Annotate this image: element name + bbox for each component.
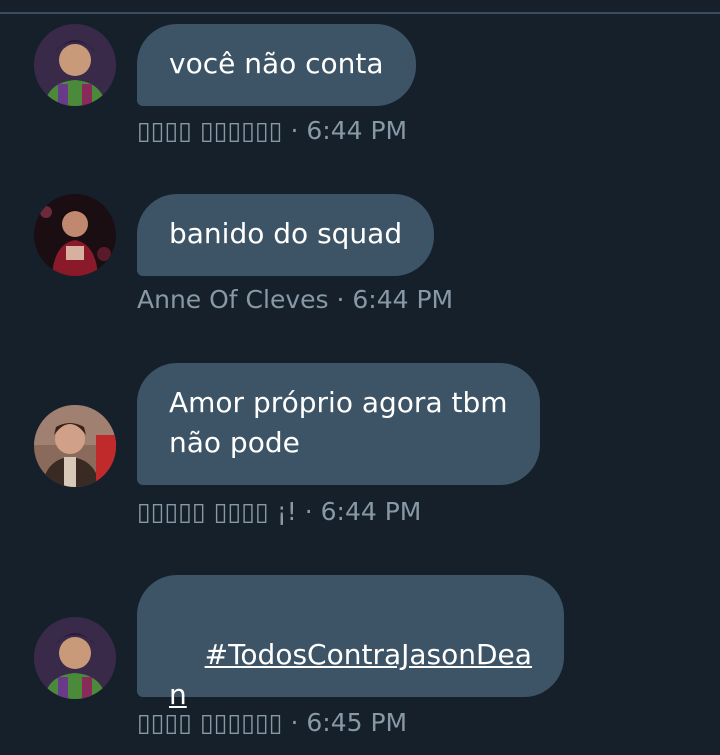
- user-avatar-icon: [34, 194, 116, 276]
- meta-separator: ·: [282, 116, 307, 145]
- sender-name[interactable]: ▯▯▯▯▯ ▯▯▯▯ ¡!: [137, 497, 297, 526]
- message-bubble[interactable]: você não conta: [137, 24, 416, 106]
- sender-name[interactable]: Anne Of Cleves: [137, 285, 329, 314]
- sender-name[interactable]: ▯▯▯▯ ▯▯▯▯▯▯: [137, 708, 283, 737]
- message-time: 6:45 PM: [306, 708, 408, 737]
- sender-name[interactable]: ▯▯▯▯ ▯▯▯▯▯▯: [137, 116, 283, 145]
- meta-separator: ·: [296, 497, 321, 526]
- message-bubble[interactable]: banido do squad: [137, 194, 435, 276]
- message-bubble[interactable]: #TodosContraJasonDea n: [137, 575, 564, 711]
- user-avatar-icon: [34, 617, 116, 699]
- message-time: 6:44 PM: [352, 285, 454, 314]
- avatar[interactable]: [34, 194, 116, 276]
- message-time: 6:44 PM: [320, 497, 422, 526]
- message-bubble[interactable]: Amor próprio agora tbm não pode: [137, 363, 540, 485]
- message-meta: ▯▯▯▯▯ ▯▯▯▯ ¡! · 6:44 PM: [137, 497, 421, 526]
- hashtag-link[interactable]: #TodosContraJasonDea n: [169, 638, 532, 711]
- message-meta: ▯▯▯▯ ▯▯▯▯▯▯ · 6:45 PM: [137, 708, 407, 737]
- avatar[interactable]: [34, 405, 116, 487]
- user-avatar-icon: [34, 24, 116, 106]
- avatar[interactable]: [34, 617, 116, 699]
- meta-separator: ·: [328, 285, 353, 314]
- message-meta: ▯▯▯▯ ▯▯▯▯▯▯ · 6:44 PM: [137, 116, 407, 145]
- top-divider: [0, 0, 720, 14]
- message-meta: Anne Of Cleves · 6:44 PM: [137, 285, 453, 314]
- message-time: 6:44 PM: [306, 116, 408, 145]
- avatar[interactable]: [34, 24, 116, 106]
- user-avatar-icon: [34, 405, 116, 487]
- meta-separator: ·: [282, 708, 307, 737]
